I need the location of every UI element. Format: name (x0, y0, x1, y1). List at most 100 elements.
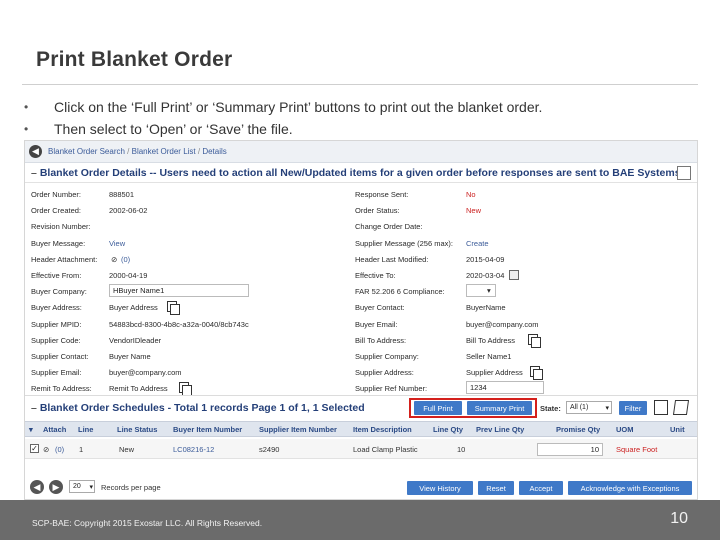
prev-page-icon[interactable]: ◀ (30, 480, 44, 494)
acknowledge-exceptions-button[interactable]: Acknowledge with Exceptions (568, 481, 692, 495)
col-item-description[interactable]: Item Description (353, 425, 412, 434)
row-attach[interactable]: (0) (55, 445, 64, 454)
detail-value[interactable]: (0) (121, 255, 130, 264)
filter-button[interactable]: Filter (619, 401, 647, 415)
per-page-label: Records per page (101, 483, 161, 492)
breadcrumb-link-search[interactable]: Blanket Order Search (48, 147, 125, 156)
row-buyer-item[interactable]: LC08216-12 (173, 445, 214, 454)
col-attach[interactable]: Attach (43, 425, 66, 434)
col-uom[interactable]: UOM (616, 425, 634, 434)
details-grid: Order Number: 888501 Order Created: 2002-06… (25, 183, 697, 401)
breadcrumb: ◀ Blanket Order Search / Blanket Order L… (25, 141, 697, 163)
detail-label: Effective From: (31, 271, 82, 280)
view-history-button[interactable]: View History (407, 481, 473, 495)
detail-label: Order Created: (31, 206, 82, 216)
col-buyer-item[interactable]: Buyer Item Number (173, 425, 242, 434)
detail-value: 2002-06-02 (109, 206, 148, 216)
detail-value: Buyer Address (109, 303, 158, 313)
pager-bar: ◀ ▶ 20 ▾ Records per page View History Re… (25, 477, 697, 499)
bullet-item: • Then select to ‘Open’ or ‘Save’ the fil… (24, 121, 293, 137)
detail-value[interactable]: Create (466, 239, 489, 248)
copy-icon[interactable] (167, 301, 180, 316)
detail-value: Supplier Address (466, 368, 523, 378)
row-checkbox[interactable]: ✓ (30, 444, 39, 453)
detail-label: Revision Number: (31, 222, 91, 232)
next-page-icon[interactable]: ▶ (49, 480, 63, 494)
detail-value: 54883bcd-8300-4b8c-a32a-0040/8cb743c (109, 319, 249, 329)
copy-icon[interactable] (528, 333, 541, 348)
summary-print-button[interactable]: Summary Print (467, 401, 532, 415)
chevron-down-icon: ▾ (89, 483, 93, 491)
attachment-icon[interactable]: ⊘ (111, 255, 117, 264)
accept-button[interactable]: Accept (519, 481, 563, 495)
compliance-select[interactable] (466, 284, 496, 298)
detail-value: BuyerName (466, 303, 506, 313)
per-page-value: 20 (73, 483, 81, 490)
detail-label: Buyer Message: (31, 238, 86, 248)
table-row[interactable]: ✓ ⊘ (0) 1 New LC08216-12 s2490 Load Clam… (25, 439, 697, 459)
col-promise-qty[interactable]: Promise Qty (556, 425, 600, 434)
col-unit[interactable]: Unit (670, 425, 685, 434)
row-line-qty: 10 (457, 445, 466, 454)
detail-label: Supplier Address: (355, 368, 414, 378)
page-number: 10 (670, 510, 688, 527)
row-description: Load Clamp Plastic (353, 445, 418, 454)
slide-title: Print Blanket Order (36, 48, 233, 71)
detail-input[interactable]: HBuyer Name1 (109, 284, 249, 298)
export-document-icon[interactable] (654, 400, 668, 415)
detail-label: Order Number: (31, 190, 82, 199)
copy-icon[interactable] (530, 366, 543, 381)
promise-qty-value: 10 (590, 445, 599, 454)
col-line[interactable]: Line (78, 425, 93, 434)
col-prev-line-qty[interactable]: Prev Line Qty (476, 425, 524, 434)
detail-value: Bill To Address (466, 335, 516, 345)
breadcrumb-current: Details (202, 147, 227, 156)
details-toggle-checkbox[interactable] (677, 166, 691, 180)
details-title: Blanket Order Details -- Users need to a… (39, 166, 684, 179)
detail-value[interactable]: View (109, 239, 125, 248)
row-status: New (119, 445, 135, 454)
state-select[interactable]: All (1) ▾ (566, 401, 612, 414)
chevron-down-icon: ▾ (605, 404, 609, 412)
chevron-down-icon[interactable]: ▾ (487, 286, 491, 295)
detail-label: Buyer Address: (31, 303, 82, 313)
bullet-text: Then select to ‘Open’ or ‘Save’ the file… (54, 121, 293, 137)
breadcrumb-link-list[interactable]: Blanket Order List (132, 147, 196, 156)
col-line-qty[interactable]: Line Qty (433, 425, 463, 434)
title-divider (22, 84, 698, 85)
col-line-status[interactable]: Line Status (117, 425, 157, 434)
detail-value: 2000-04-19 (109, 271, 148, 280)
back-arrow-icon[interactable]: ◀ (29, 145, 42, 158)
header-select-all-icon[interactable]: ▾ (29, 425, 33, 434)
detail-label: Supplier MPID: (31, 319, 82, 329)
detail-value: 888501 (109, 190, 135, 199)
calendar-icon[interactable] (509, 270, 519, 280)
per-page-select[interactable]: 20 ▾ (69, 480, 95, 493)
detail-value: New (466, 206, 482, 216)
edit-icon[interactable] (672, 400, 690, 415)
supplier-ref-input[interactable]: 1234 (466, 381, 544, 395)
detail-label: Buyer Email: (355, 319, 398, 329)
schedule-table-header: ▾ Attach Line Line Status Buyer Item Num… (25, 421, 697, 437)
row-line: 1 (79, 445, 84, 454)
reset-button[interactable]: Reset (478, 481, 514, 495)
detail-label: Header Last Modified: (355, 254, 429, 264)
detail-value: Seller Name1 (466, 352, 512, 361)
promise-qty-input[interactable]: 10 (537, 443, 603, 456)
state-select-value: All (1) (570, 404, 589, 411)
attachment-icon[interactable]: ⊘ (43, 445, 49, 454)
detail-label: Supplier Email: (31, 368, 82, 378)
detail-label: Supplier Company: (355, 352, 419, 361)
detail-label: Supplier Message (256 max): (355, 238, 453, 248)
col-supplier-item[interactable]: Supplier Item Number (259, 425, 337, 434)
full-print-button[interactable]: Full Print (414, 401, 462, 415)
detail-value: Buyer Name (109, 352, 151, 361)
row-uom[interactable]: Square Foot (616, 445, 657, 454)
copy-icon[interactable] (179, 382, 192, 397)
detail-label: Buyer Company: (31, 287, 87, 297)
detail-label: Supplier Ref Number: (355, 384, 428, 394)
detail-value: VendorIDleader (109, 335, 162, 345)
bullet-text: Click on the ‘Full Print’ or ‘Summary Pr… (54, 99, 543, 115)
detail-label: Header Attachment: (31, 254, 98, 264)
detail-label: Change Order Date: (355, 222, 423, 232)
